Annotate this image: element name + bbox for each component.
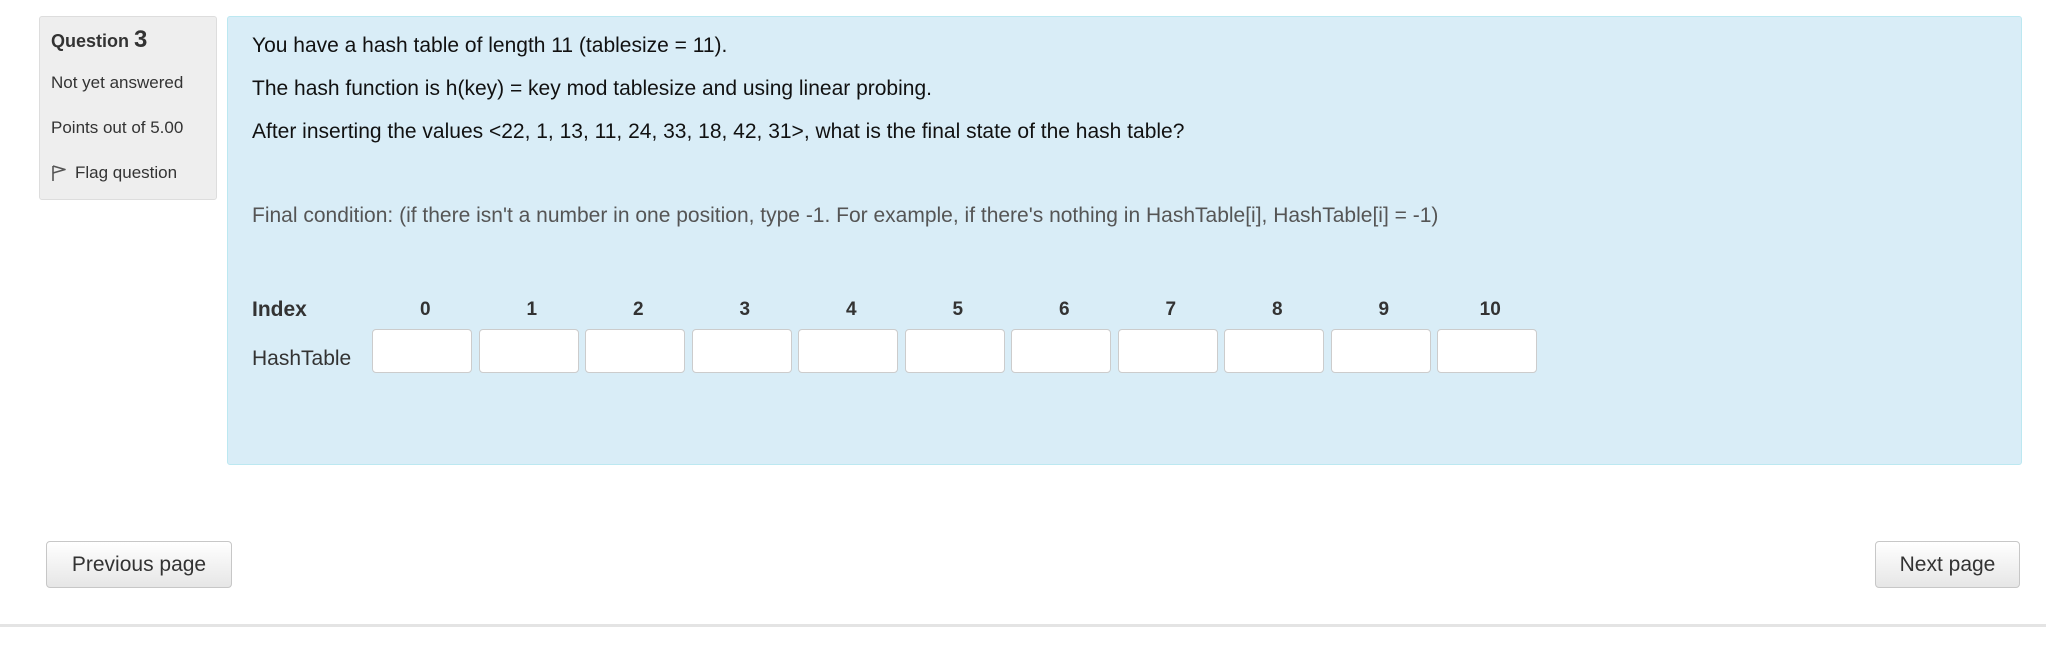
hashtable-input-3[interactable] bbox=[691, 329, 792, 373]
hashtable-input-4[interactable] bbox=[798, 329, 898, 373]
question-text-line2: The hash function is h(key) = key mod ta… bbox=[252, 77, 932, 100]
index-label-6: 6 bbox=[1058, 299, 1070, 320]
index-label-3: 3 bbox=[739, 299, 751, 320]
hashtable-row-label: HashTable bbox=[252, 347, 352, 370]
hashtable-input-9[interactable] bbox=[1330, 329, 1431, 373]
question-content: You have a hash table of length 11 (tabl… bbox=[227, 16, 2022, 465]
question-text-line1: You have a hash table of length 11 (tabl… bbox=[252, 34, 728, 57]
flag-icon bbox=[51, 164, 67, 182]
index-label-8: 8 bbox=[1271, 299, 1283, 320]
hashtable-input-5[interactable] bbox=[904, 329, 1005, 373]
question-instruction: Final condition: (if there isn't a numbe… bbox=[252, 204, 1439, 227]
index-row: Index 0 1 2 3 4 5 6 7 8 9 10 bbox=[252, 293, 1544, 327]
hashtable-row: HashTable bbox=[252, 329, 1544, 373]
index-label-10: 10 bbox=[1479, 299, 1501, 320]
hashtable-input-7[interactable] bbox=[1117, 329, 1218, 373]
question-points: Points out of 5.00 bbox=[51, 118, 184, 137]
hashtable-input-8[interactable] bbox=[1224, 329, 1324, 373]
hashtable-input-10[interactable] bbox=[1437, 329, 1537, 373]
index-label-4: 4 bbox=[845, 299, 857, 320]
question-number: 3 bbox=[134, 26, 148, 53]
question-text-line3: After inserting the values <22, 1, 13, 1… bbox=[252, 120, 1185, 143]
hash-table-grid: Index 0 1 2 3 4 5 6 7 8 9 10 HashTable bbox=[252, 293, 1544, 373]
question-prefix: Question bbox=[51, 31, 130, 51]
question-status: Not yet answered bbox=[51, 73, 184, 92]
hashtable-input-6[interactable] bbox=[1011, 329, 1111, 373]
index-label-1: 1 bbox=[526, 299, 538, 320]
hashtable-input-2[interactable] bbox=[585, 329, 685, 373]
question-number-heading: Question 3 bbox=[51, 26, 205, 53]
next-page-button[interactable]: Next page bbox=[1875, 541, 2020, 588]
page-divider bbox=[0, 624, 2046, 627]
index-row-label: Index bbox=[252, 298, 307, 321]
flag-question-label: Flag question bbox=[75, 163, 178, 182]
hashtable-input-0[interactable] bbox=[372, 329, 472, 373]
index-label-9: 9 bbox=[1378, 299, 1390, 320]
index-label-7: 7 bbox=[1165, 299, 1177, 320]
index-label-0: 0 bbox=[419, 299, 431, 320]
previous-page-button[interactable]: Previous page bbox=[46, 541, 232, 588]
hashtable-input-1[interactable] bbox=[478, 329, 579, 373]
flag-question-button[interactable]: Flag question bbox=[51, 162, 205, 184]
index-label-5: 5 bbox=[952, 299, 964, 320]
index-label-2: 2 bbox=[632, 299, 644, 320]
question-info-panel: Question 3 Not yet answered Points out o… bbox=[39, 16, 217, 200]
